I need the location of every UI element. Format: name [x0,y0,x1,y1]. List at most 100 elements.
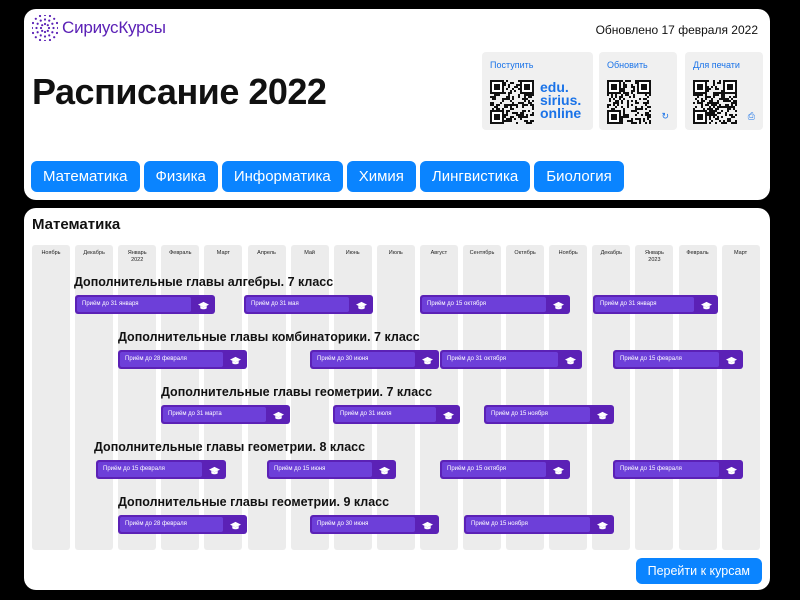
course-session-pill[interactable]: Приём до 31 января [75,295,215,314]
session-deadline: Приём до 15 ноября [466,517,590,532]
qr-apply[interactable]: Поступить edu. sirius. online [482,52,593,130]
course-title: Дополнительные главы геометрии. 9 класс [118,495,390,509]
session-deadline: Приём до 30 июня [312,352,415,367]
header-card: СириусКурсы Обновлено 17 февраля 2022 Ра… [24,9,770,200]
graduation-cap-icon [356,299,367,310]
graduation-cap-icon [379,464,390,475]
course-session-pill[interactable]: Приём до 15 ноября [484,405,614,424]
course-session-pill[interactable]: Приём до 31 марта [161,405,290,424]
subject-tabs: Математика Физика Информатика Химия Линг… [31,161,624,192]
session-deadline: Приём до 15 июня [269,462,372,477]
month-label: Февраль [686,250,709,256]
month-column: Октябрь [506,245,545,550]
month-label: Ноябрь [558,250,578,256]
session-deadline: Приём до 31 января [77,297,191,312]
qr-print[interactable]: Для печати ⎙ [685,52,763,130]
month-label: Декабрь [83,250,105,256]
month-column: Сентябрь [463,245,501,550]
tab-math[interactable]: Математика [31,161,140,192]
month-label: Июнь [345,250,360,256]
graduation-cap-icon [565,354,576,365]
tab-biology[interactable]: Биология [534,161,624,192]
session-deadline: Приём до 30 июня [312,517,415,532]
tab-chemistry[interactable]: Химия [346,161,416,192]
session-deadline: Приём до 31 марта [163,407,266,422]
month-column: Декабрь [75,245,114,550]
month-column: Февраль [678,245,717,550]
course-session-pill[interactable]: Приём до 31 октября [440,350,582,369]
section-title: Математика [32,216,121,233]
month-label: Июль [388,250,403,256]
sirius-logo-icon [32,15,58,41]
session-deadline: Приём до 15 октября [422,297,546,312]
qr-refresh-label: Обновить [607,60,648,70]
month-label: Январь 2023 [644,250,664,263]
course-session-pill[interactable]: Приём до 31 мая [244,295,373,314]
course-session-pill[interactable]: Приём до 15 июня [267,460,396,479]
month-label: Март [216,250,230,256]
graduation-cap-icon [553,464,564,475]
tab-physics[interactable]: Физика [143,161,218,192]
graduation-cap-icon [443,409,454,420]
logo[interactable]: СириусКурсы [32,15,166,41]
month-column: Март [721,245,760,550]
course-session-pill[interactable]: Приём до 30 июня [310,515,439,534]
graduation-cap-icon [273,409,284,420]
graduation-cap-icon [198,299,209,310]
course-session-pill[interactable]: Приём до 28 февраля [118,350,247,369]
course-session-pill[interactable]: Приём до 30 июня [310,350,439,369]
month-label: Март [734,250,748,256]
course-session-pill[interactable]: Приём до 31 июля [333,405,460,424]
session-deadline: Приём до 15 февраля [98,462,202,477]
course-session-pill[interactable]: Приём до 15 февраля [613,460,743,479]
session-deadline: Приём до 28 февраля [120,517,223,532]
session-deadline: Приём до 15 октября [442,462,546,477]
sirius-text-line: online [540,105,582,121]
qr-apply-label: Поступить [490,60,534,70]
session-deadline: Приём до 15 ноября [486,407,590,422]
month-label: Апрель [257,250,276,256]
month-column: Ноябрь [549,245,588,550]
go-to-courses-button[interactable]: Перейти к курсам [635,558,762,584]
qr-code-icon [490,80,534,124]
course-session-pill[interactable]: Приём до 31 января [593,295,718,314]
qr-print-label: Для печати [693,60,740,70]
graduation-cap-icon [230,354,241,365]
updated-date: Обновлено 17 февраля 2022 [595,23,758,37]
schedule-grid: Ноябрь Декабрь Январь 2022 Февраль Март Апрель… [32,245,762,550]
schedule-card: Математика Ноябрь Декабрь Январь 2022 Феврал… [24,208,770,590]
course-session-pill[interactable]: Приём до 15 ноября [464,515,614,534]
course-session-pill[interactable]: Приём до 15 октября [420,295,570,314]
graduation-cap-icon [597,519,608,530]
qr-refresh[interactable]: Обновить ↻ [599,52,677,130]
course-title: Дополнительные главы алгебры. 7 класс [74,275,334,289]
course-title: Дополнительные главы геометрии. 8 класс [94,440,366,454]
month-column: Декабрь [592,245,631,550]
course-session-pill[interactable]: Приём до 15 октября [440,460,570,479]
graduation-cap-icon [701,299,712,310]
course-session-pill[interactable]: Приём до 15 февраля [613,350,743,369]
graduation-cap-icon [553,299,564,310]
graduation-cap-icon [230,519,241,530]
print-icon[interactable]: ⎙ [748,111,755,122]
month-label: Февраль [169,250,192,256]
month-label: Ноябрь [41,250,61,256]
session-deadline: Приём до 15 февраля [615,352,719,367]
graduation-cap-icon [422,354,433,365]
course-session-pill[interactable]: Приём до 28 февраля [118,515,247,534]
course-session-pill[interactable]: Приём до 15 февраля [96,460,226,479]
tab-informatics[interactable]: Информатика [221,161,343,192]
session-deadline: Приём до 31 октября [442,352,558,367]
month-column: Январь 2023 [635,245,674,550]
refresh-icon[interactable]: ↻ [661,111,669,122]
qr-code-icon [693,80,737,124]
session-deadline: Приём до 31 мая [246,297,349,312]
month-label: Сентябрь [469,250,495,256]
tab-linguistics[interactable]: Лингвистика [419,161,531,192]
session-deadline: Приём до 28 февраля [120,352,223,367]
qr-code-icon [607,80,651,124]
month-label: Январь 2022 [127,250,147,263]
graduation-cap-icon [726,464,737,475]
graduation-cap-icon [726,354,737,365]
month-label: Май [304,250,315,256]
